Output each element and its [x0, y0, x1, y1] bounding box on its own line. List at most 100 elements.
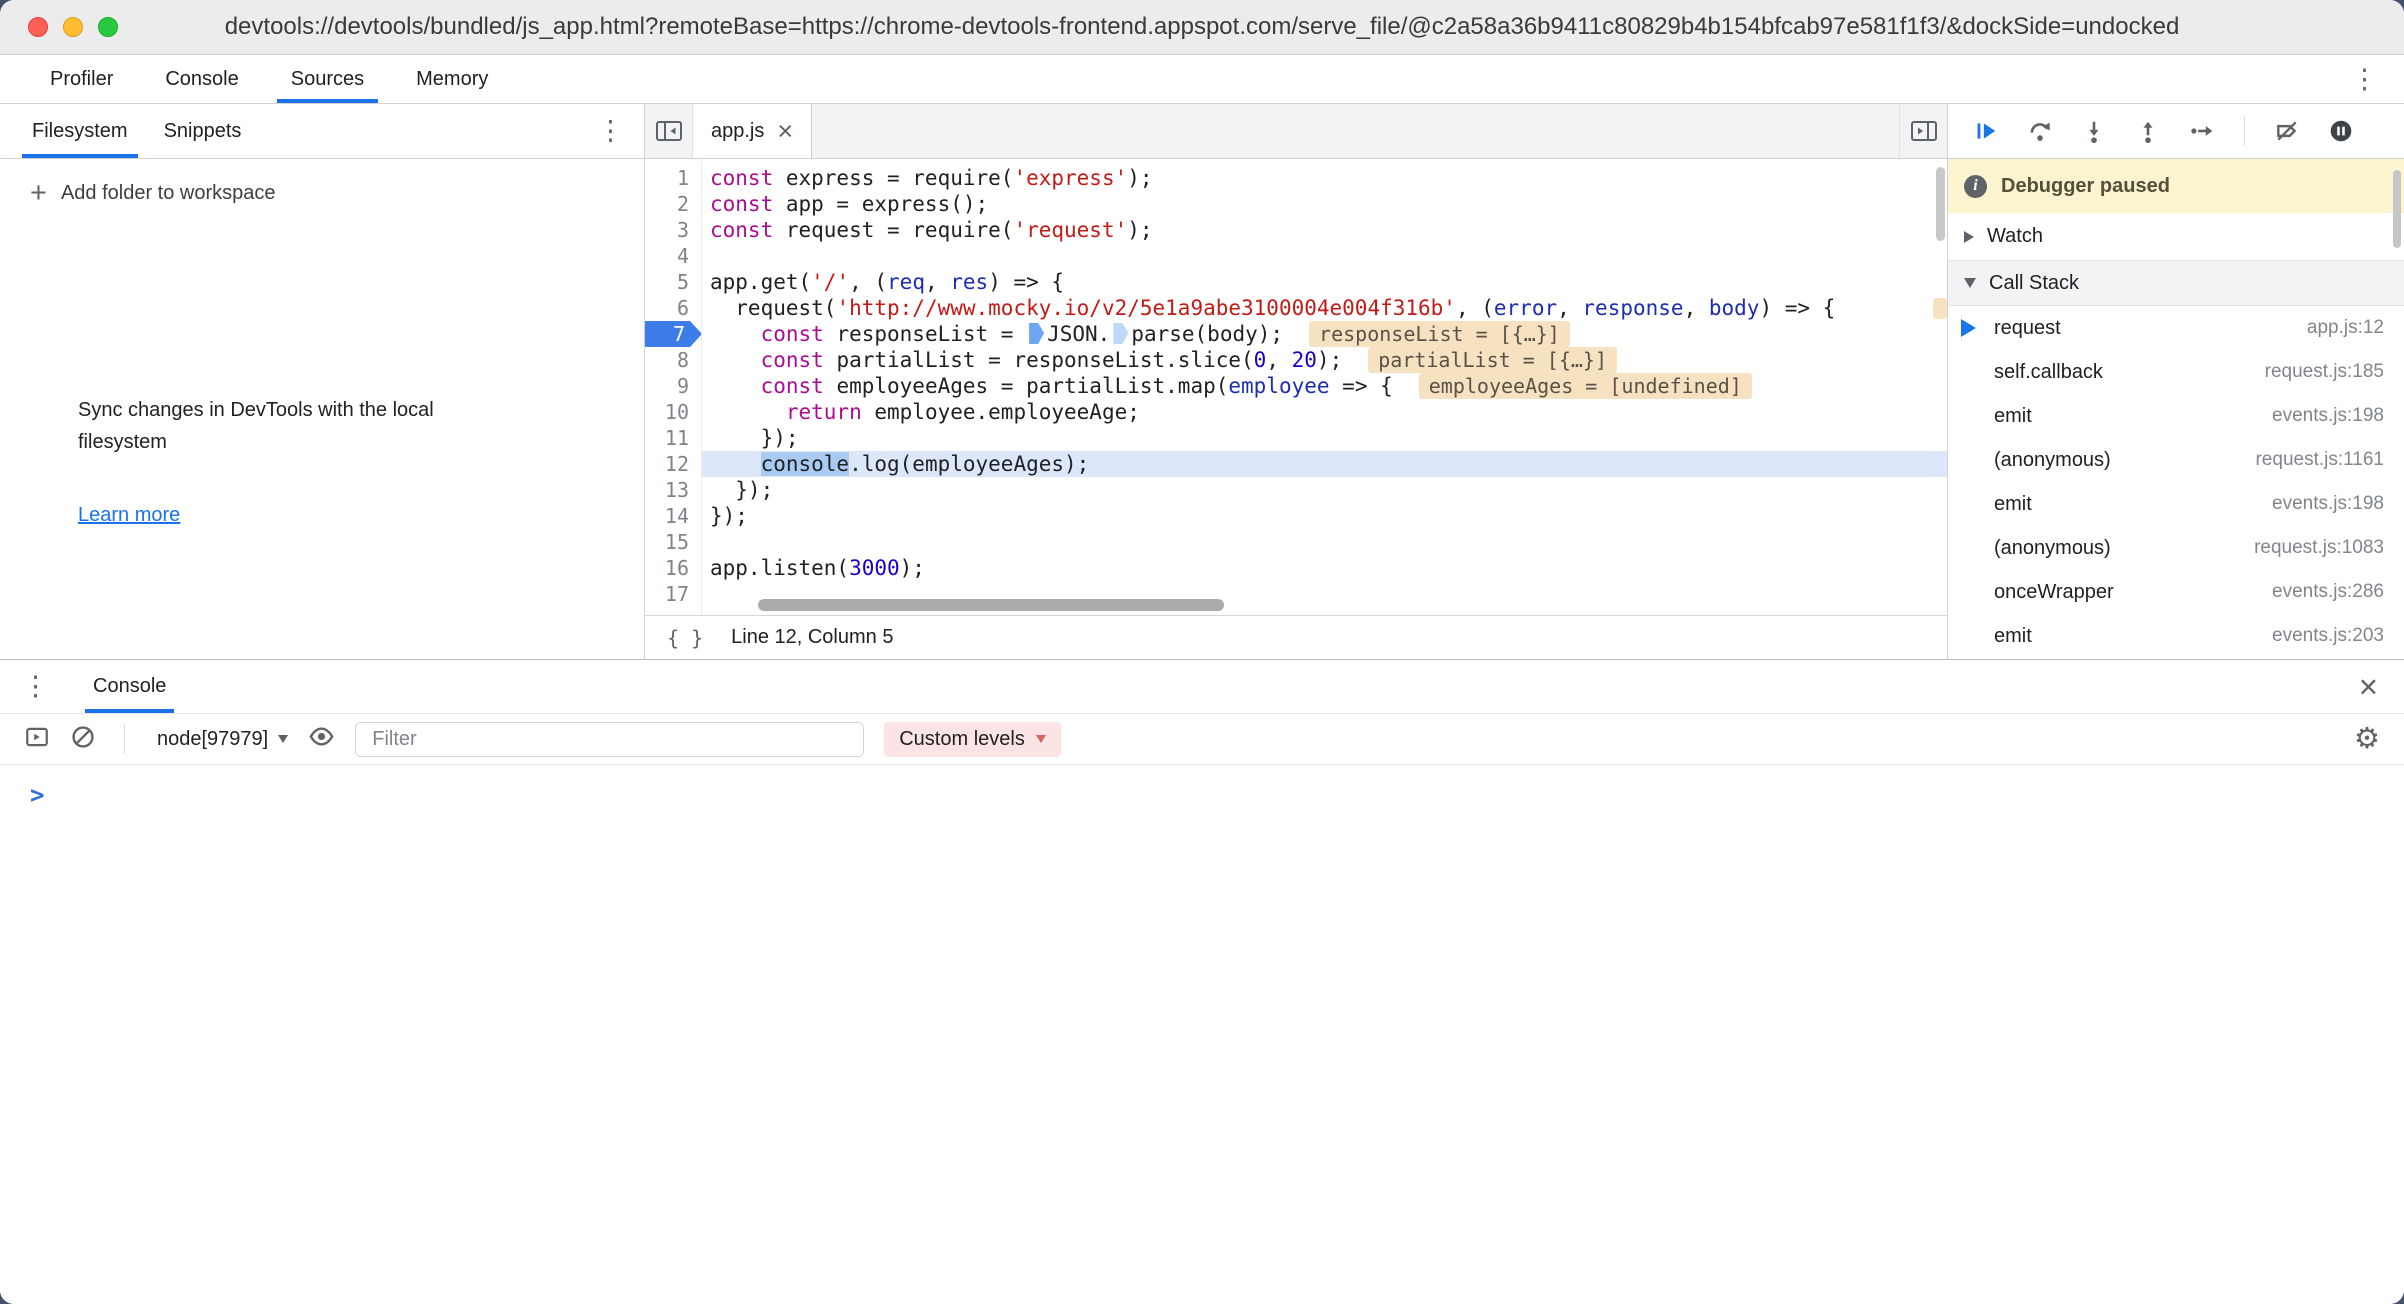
debugger-scrollbar[interactable] [2393, 164, 2403, 659]
close-drawer-icon[interactable]: × [2359, 670, 2378, 703]
call-stack-frame[interactable]: onceWrapperevents.js:286 [1948, 570, 2404, 614]
gutter-line-9[interactable]: 9 [645, 373, 701, 399]
code-token [710, 348, 761, 372]
gutter-line-11[interactable]: 11 [645, 425, 701, 451]
step-into-button[interactable] [2074, 111, 2114, 151]
gutter-line-4[interactable]: 4 [645, 243, 701, 269]
pretty-print-button[interactable]: { } [667, 626, 703, 650]
pause-on-exceptions-button[interactable] [2321, 111, 2361, 151]
code-line-2[interactable]: const app = express(); [702, 191, 1947, 217]
code-line-16[interactable]: app.listen(3000); [702, 555, 1947, 581]
code-line-12[interactable]: console.log(employeeAges); [702, 451, 1947, 477]
code-token: ); [1127, 166, 1152, 190]
code-line-3[interactable]: const request = require('request'); [702, 217, 1947, 243]
call-stack-frame[interactable]: self.callbackrequest.js:185 [1948, 350, 2404, 394]
gutter-line-16[interactable]: 16 [645, 555, 701, 581]
tab-filesystem[interactable]: Filesystem [14, 104, 146, 158]
hide-navigator-icon[interactable] [645, 104, 693, 158]
console-prompt[interactable]: > [0, 765, 2404, 809]
code-line-15[interactable] [702, 529, 1947, 555]
code-line-8[interactable]: const partialList = responseList.slice(0… [702, 347, 1947, 373]
minimize-window-button[interactable] [63, 17, 83, 37]
code-token: 3000 [849, 556, 900, 580]
frame-location: request.js:185 [2265, 361, 2384, 383]
gutter-line-15[interactable]: 15 [645, 529, 701, 555]
execution-context-selector[interactable]: node[97979] [157, 728, 288, 751]
main-more-menu-icon[interactable]: ⋮ [2351, 66, 2378, 93]
call-stack-frame[interactable]: requestapp.js:12 [1948, 306, 2404, 350]
gutter-line-2[interactable]: 2 [645, 191, 701, 217]
clear-console-icon[interactable] [70, 724, 96, 755]
code-line-10[interactable]: return employee.employeeAge; [702, 399, 1947, 425]
navigator-more-menu-icon[interactable]: ⋮ [597, 118, 624, 145]
debugger-scroll-thumb[interactable] [2393, 170, 2401, 248]
tab-sources[interactable]: Sources [265, 55, 390, 103]
code-line-13[interactable]: }); [702, 477, 1947, 503]
live-expression-eye-icon[interactable] [308, 723, 335, 755]
gutter-line-14[interactable]: 14 [645, 503, 701, 529]
call-stack-frame[interactable]: emitevents.js:198 [1948, 482, 2404, 526]
console-filter-input[interactable] [355, 722, 864, 757]
gutter-line-7[interactable]: 7 [645, 321, 701, 347]
gutter-line-8[interactable]: 8 [645, 347, 701, 373]
step-over-button[interactable] [2020, 111, 2060, 151]
drawer-more-menu-icon[interactable]: ⋮ [22, 673, 49, 700]
deactivate-breakpoints-button[interactable] [2267, 111, 2307, 151]
console-sidebar-toggle-icon[interactable] [24, 724, 50, 755]
code-line-1[interactable]: const express = require('express'); [702, 165, 1947, 191]
resume-button[interactable] [1966, 111, 2006, 151]
console-messages-area[interactable] [0, 809, 2404, 1304]
log-levels-dropdown[interactable]: Custom levels [884, 722, 1061, 757]
zoom-window-button[interactable] [98, 17, 118, 37]
gutter-line-3[interactable]: 3 [645, 217, 701, 243]
code-line-6[interactable]: request('http://www.mocky.io/v2/5e1a9abe… [702, 295, 1947, 321]
call-stack-frame[interactable]: (anonymous)request.js:1083 [1948, 526, 2404, 570]
gutter-line-17[interactable]: 17 [645, 581, 701, 607]
tab-snippets[interactable]: Snippets [146, 104, 260, 158]
inline-breakpoint-marker-icon[interactable] [1029, 323, 1044, 344]
close-window-button[interactable] [28, 17, 48, 37]
editor-horizontal-scrollbar[interactable] [702, 598, 1933, 613]
code-line-9[interactable]: const employeeAges = partialList.map(emp… [702, 373, 1947, 399]
toolbar-divider [2244, 116, 2245, 146]
editor-vertical-scrollbar[interactable] [1933, 159, 1947, 595]
code-token: employee.employeeAge; [874, 400, 1140, 424]
watch-section-header[interactable]: Watch [1948, 213, 2404, 261]
gutter-line-10[interactable]: 10 [645, 399, 701, 425]
tab-memory[interactable]: Memory [390, 55, 514, 103]
show-debugger-panel-icon[interactable] [1899, 104, 1947, 158]
call-stack-section-header[interactable]: Call Stack [1948, 261, 2404, 306]
code-line-11[interactable]: }); [702, 425, 1947, 451]
code-line-5[interactable]: app.get('/', (req, res) => { [702, 269, 1947, 295]
gutter-line-5[interactable]: 5 [645, 269, 701, 295]
tab-console[interactable]: Console [139, 55, 264, 103]
gutter-line-12[interactable]: 12 [645, 451, 701, 477]
call-stack-frame[interactable]: emitevents.js:198 [1948, 394, 2404, 438]
horizontal-scroll-thumb[interactable] [758, 599, 1224, 611]
step-out-button[interactable] [2128, 111, 2168, 151]
call-stack-frame[interactable]: (anonymous)request.js:1161 [1948, 438, 2404, 482]
code-line-4[interactable] [702, 243, 1947, 269]
code-token: const [710, 192, 786, 216]
add-folder-button[interactable]: + Add folder to workspace [30, 179, 644, 208]
call-stack-frame[interactable]: emitevents.js:203 [1948, 614, 2404, 658]
tab-profiler[interactable]: Profiler [24, 55, 139, 103]
inline-breakpoint-marker-icon[interactable] [1113, 323, 1128, 344]
code-editor[interactable]: 1234567891011121314151617 const express … [645, 159, 1947, 615]
console-settings-gear-icon[interactable]: ⚙ [2354, 725, 2380, 754]
file-tab-appjs[interactable]: app.js × [693, 104, 812, 158]
code-line-7[interactable]: const responseList = JSON.parse(body);re… [702, 321, 1947, 347]
gutter-line-1[interactable]: 1 [645, 165, 701, 191]
close-file-tab-icon[interactable]: × [777, 118, 793, 145]
console-drawer: ⋮ Console × node[97979] Custom levels [0, 659, 2404, 1304]
titlebar: devtools://devtools/bundled/js_app.html?… [0, 0, 2404, 55]
learn-more-link[interactable]: Learn more [78, 504, 180, 527]
gutter-line-13[interactable]: 13 [645, 477, 701, 503]
traffic-lights [28, 17, 118, 37]
step-button[interactable] [2182, 111, 2222, 151]
vertical-scroll-thumb[interactable] [1936, 167, 1945, 241]
code-line-14[interactable]: }); [702, 503, 1947, 529]
drawer-tab-console[interactable]: Console [79, 660, 180, 713]
gutter-line-6[interactable]: 6 [645, 295, 701, 321]
code-token: , ( [849, 270, 887, 294]
